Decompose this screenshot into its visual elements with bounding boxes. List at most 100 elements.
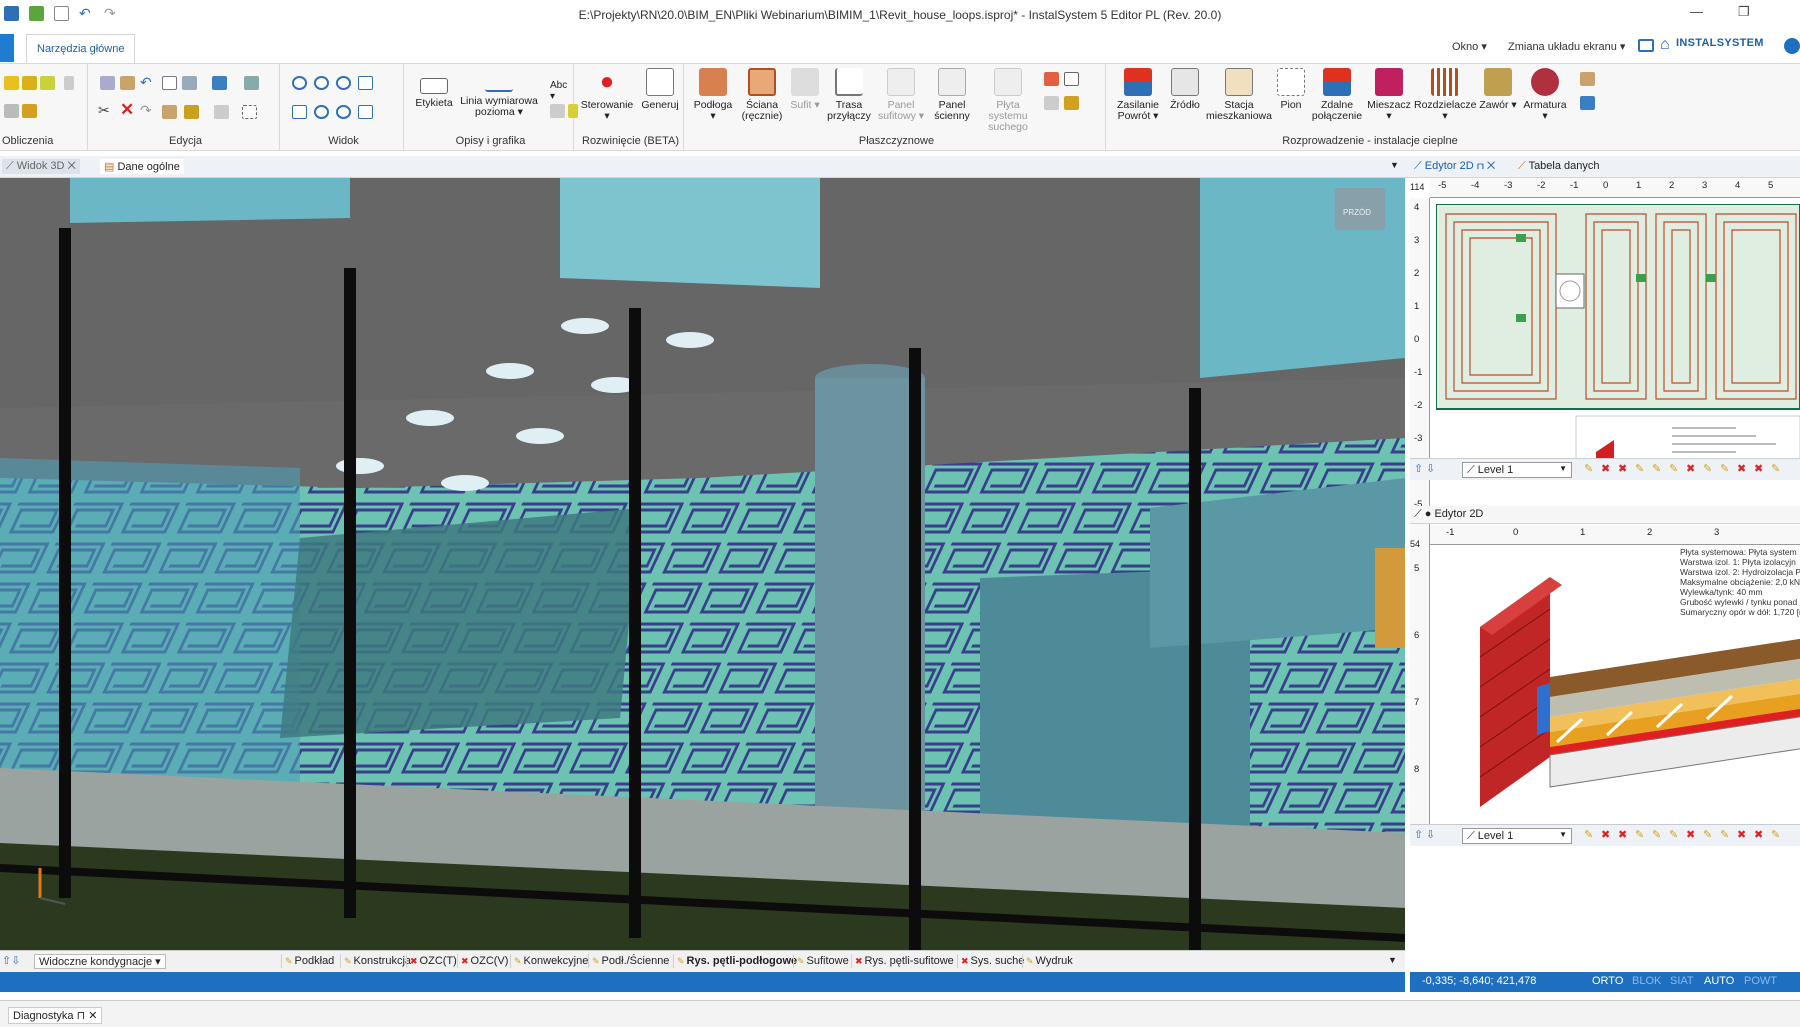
pen-icon[interactable]: ✎ <box>1703 464 1712 475</box>
zoom-all-icon[interactable] <box>358 76 373 90</box>
monitor-icon[interactable] <box>1638 39 1654 52</box>
zoom-out-icon[interactable] <box>314 76 329 90</box>
wall-manual-button[interactable]: Ściana (ręcznie) <box>738 68 786 122</box>
tab-editor2d[interactable]: ⟋ Edytor 2D ⊓ ✕ <box>1414 160 1495 173</box>
layer-icon[interactable] <box>184 105 199 119</box>
layer-button[interactable]: ✎ Podł./Ścienne <box>588 954 672 968</box>
disabled-x-icon[interactable]: ✖ <box>1737 830 1746 841</box>
layer-button[interactable]: ✖ OZC(T) <box>406 954 460 968</box>
extra-icon-4[interactable] <box>1064 96 1079 110</box>
pin-icon[interactable]: ⊓ <box>1477 160 1484 172</box>
file-tab[interactable] <box>0 34 14 62</box>
pen-icon[interactable]: ✎ <box>1635 464 1644 475</box>
cut-icon[interactable]: ✂ <box>98 102 110 119</box>
overflow-chevron-icon[interactable]: ▼ <box>1388 955 1397 965</box>
help-icon[interactable] <box>1784 38 1800 54</box>
disabled-x-icon[interactable]: ✖ <box>1737 464 1746 475</box>
zoom-window-icon[interactable] <box>336 76 351 90</box>
zoom-next-icon[interactable] <box>336 105 351 119</box>
pen-icon[interactable]: ✎ <box>1652 830 1661 841</box>
close-icon[interactable]: ✕ <box>68 160 76 172</box>
snap-mode-toggle[interactable]: ORTO <box>1592 975 1623 987</box>
tab-view3d[interactable]: ⟋ Widok 3D ✕ <box>2 159 80 174</box>
close-icon[interactable]: ✕ <box>1487 160 1495 172</box>
pen-icon[interactable]: ✎ <box>1669 830 1678 841</box>
layer-button[interactable]: ✎ Konwekcyjne <box>510 954 591 968</box>
restore-button[interactable]: ❐ <box>1738 4 1750 20</box>
floor-button[interactable]: Podłoga ▾ <box>690 68 736 122</box>
label-button[interactable]: Etykieta <box>412 68 456 109</box>
paste-icon[interactable] <box>120 76 135 90</box>
tool-icon[interactable] <box>4 104 19 118</box>
distribute-icon[interactable] <box>244 76 259 90</box>
manifolds-button[interactable]: Rozdzielacze ▾ <box>1414 68 1476 122</box>
report-icon[interactable] <box>22 104 37 118</box>
ceiling-button[interactable]: Sufit ▾ <box>788 68 822 111</box>
level-select[interactable]: ⟋ Level 1 ▼ <box>1462 462 1572 478</box>
mixer-button[interactable]: Mieszacz ▾ <box>1366 68 1412 122</box>
chevron-down-icon[interactable]: ▼ <box>1390 160 1399 170</box>
menu-screen-layout[interactable]: Zmiana układu ekranu ▾ <box>1508 40 1625 53</box>
pen-icon[interactable]: ✎ <box>1720 464 1729 475</box>
source-button[interactable]: Źródło <box>1164 68 1206 111</box>
move-icon[interactable] <box>182 76 197 90</box>
image-icon[interactable] <box>550 104 565 118</box>
pen-icon[interactable]: ✎ <box>1703 830 1712 841</box>
arrow-up-icon[interactable]: ⇧⇩ <box>2 954 20 967</box>
disabled-x-icon[interactable]: ✖ <box>1601 830 1610 841</box>
supply-return-button[interactable]: Zasilanie Powrót ▾ <box>1112 68 1164 122</box>
paint-icon[interactable] <box>568 104 578 118</box>
calc-all-icon[interactable] <box>22 76 37 90</box>
layer-button[interactable]: ✎ Podkład <box>281 954 337 968</box>
arrow-up-icon[interactable]: ⇧ <box>1414 830 1423 841</box>
steer-button[interactable]: ● Sterowanie ▾ <box>578 68 636 122</box>
valve-button[interactable]: Zawór ▾ <box>1478 68 1518 111</box>
view-3d[interactable]: PRZÓD <box>0 178 1405 950</box>
arrow-up-icon[interactable]: ⇧ <box>1414 464 1423 475</box>
calc-icon[interactable] <box>4 76 19 90</box>
layer-button[interactable]: ✖ Rys. pętli-sufitowe <box>851 954 957 968</box>
route-button[interactable]: Trasa przyłączy <box>824 68 874 122</box>
zoom-prev-icon[interactable] <box>314 105 329 119</box>
tab-general-data[interactable]: ▤ Dane ogólne <box>100 159 184 174</box>
layer-button[interactable]: ✖ Sys. suche <box>957 954 1027 968</box>
floor-detail-canvas[interactable]: Płyta systemowa: Płyta system Warstwa izo… <box>1432 547 1800 822</box>
close-icon[interactable]: ✕ <box>88 1010 97 1022</box>
remote-button[interactable]: Zdalne połączenie <box>1310 68 1364 122</box>
align-icon[interactable] <box>212 76 227 90</box>
pen-icon[interactable]: ✎ <box>1720 830 1729 841</box>
pen-icon[interactable]: ✎ <box>1771 830 1780 841</box>
snap-mode-toggle[interactable]: SIAT <box>1670 975 1694 987</box>
delete-icon[interactable]: ✕ <box>120 100 134 120</box>
pen-icon[interactable]: ✎ <box>1652 464 1661 475</box>
menu-window[interactable]: Okno ▾ <box>1452 40 1487 53</box>
pan-icon[interactable] <box>358 105 373 119</box>
tab-data-table[interactable]: ⟋ Tabela danych <box>1518 160 1600 173</box>
zoom-in-icon[interactable] <box>292 76 307 90</box>
select-icon[interactable] <box>214 105 229 119</box>
layer-button[interactable]: ✎ Konstrukcja <box>340 954 414 968</box>
extra-dist-icon-2[interactable] <box>1580 96 1595 110</box>
visible-levels-dropdown[interactable]: Widoczne kondygnacje ▾ <box>34 954 166 969</box>
snap-mode-toggle[interactable]: AUTO <box>1704 975 1734 987</box>
disabled-x-icon[interactable]: ✖ <box>1754 830 1763 841</box>
minimize-button[interactable]: — <box>1690 4 1703 19</box>
level-select[interactable]: ⟋ Level 1 ▼ <box>1462 828 1572 844</box>
fittings-button[interactable]: Armatura ▾ <box>1520 68 1570 122</box>
pen-icon[interactable]: ✎ <box>1584 830 1593 841</box>
layer-button[interactable]: ✎ Rys. pętli-podłogowe <box>673 954 800 968</box>
pin-icon[interactable]: ⊓ <box>77 1010 86 1022</box>
snap-mode-toggle[interactable]: BLOK <box>1632 975 1661 987</box>
frame-icon[interactable] <box>162 76 177 90</box>
pen-icon[interactable]: ✎ <box>1669 464 1678 475</box>
layer-button[interactable]: ✎ Wydruk <box>1022 954 1076 968</box>
tab-main-tools[interactable]: Narzędzia główne <box>26 34 136 64</box>
abc-button[interactable]: Abc ▾ <box>550 80 573 102</box>
tab-diagnostics[interactable]: Diagnostyka ⊓ ✕ <box>8 1007 103 1024</box>
pen-icon[interactable]: ✎ <box>1771 464 1780 475</box>
disabled-x-icon[interactable]: ✖ <box>1686 830 1695 841</box>
pen-icon[interactable]: ✎ <box>1635 830 1644 841</box>
redo-edit-icon[interactable]: ↷ <box>140 102 152 119</box>
layer-button[interactable]: ✖ OZC(V) <box>457 954 511 968</box>
ceiling-panel-button[interactable]: Panel sufitowy ▾ <box>876 68 926 122</box>
